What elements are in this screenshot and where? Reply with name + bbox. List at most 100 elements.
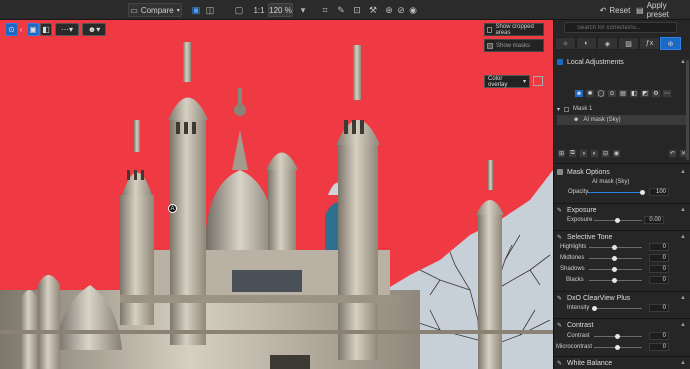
image-viewer[interactable]: ⊙ ‹ ▣ ◧ ⋯▾ ☻▾ Show cropped areas Show ma… [0,20,553,369]
mask-brush-button[interactable]: ▣ [27,23,39,36]
divider [554,356,690,357]
white-balance-header[interactable]: ✎ White Balance ▲ [557,358,688,368]
tab-detail[interactable]: ◈ [597,37,618,50]
show-cropped-areas-toggle[interactable]: Show cropped areas [484,23,544,36]
reset-button[interactable]: ↶ Reset [598,3,632,17]
compare-button[interactable]: ▭ Compare ▾ [128,3,182,17]
collapse-chevron-icon[interactable]: ‹ [18,23,24,36]
photo-canvas [0,42,553,369]
tab-effects[interactable]: ƒx [639,37,660,50]
crop-icon[interactable]: ⌗ [318,3,332,17]
local-adjustments-title: Local Adjustments [567,58,624,66]
exposure-header[interactable]: ✎ Exposure ▲ [557,205,688,215]
zoom-ratio[interactable]: 1:1 [252,3,266,17]
repair-icon[interactable]: ⚒ [366,3,380,17]
mask-visible-checkbox[interactable] [564,106,570,112]
search-input[interactable] [564,22,677,33]
opacity-value[interactable]: 100 [649,188,669,196]
local-adjustments-header[interactable]: Local Adjustments ▲ [557,57,688,67]
blacks-label: Blacks [566,277,584,283]
eye-icon[interactable]: ◉ [406,3,420,17]
tab-color[interactable]: ◐ [576,37,597,50]
opacity-slider[interactable] [640,190,645,195]
eyedropper-icon[interactable]: ✎ [334,3,348,17]
exposure-value[interactable]: 0.00 [644,216,664,224]
reset-mask-button[interactable]: ↶ [668,149,677,158]
contrast-slider[interactable] [615,334,620,339]
pencil-icon: ✎ [557,235,563,241]
highlights-slider[interactable] [612,245,617,250]
mask-mode-icon: ⊙ [8,25,15,34]
compare-label: Compare [140,5,174,15]
mask-person-tool[interactable]: ☻ [574,89,584,98]
tab-light[interactable]: ☼ [555,37,576,50]
mask-range-button[interactable]: ⋯▾ [55,23,79,36]
chevron-down-icon: ▾ [176,7,180,14]
intensity-value[interactable]: 0 [649,304,669,312]
zoom-percent[interactable]: 120 % [268,3,293,17]
blacks-slider[interactable] [612,278,617,283]
new-mask-button[interactable]: ⊞ [557,149,566,158]
overlay-color-swatch[interactable] [533,76,543,86]
tab-geometry[interactable]: ▨ [618,37,639,50]
highlights-value[interactable]: 0 [649,243,669,251]
overlay-mode-select[interactable]: Color overlay ▾ [484,75,530,88]
person-icon: ☻ [575,90,583,97]
intensity-slider[interactable] [592,306,597,311]
shadows-value[interactable]: 0 [649,265,669,273]
duplicate-mask-button[interactable]: ⧉ [568,149,577,158]
clearview-header[interactable]: ✎ DxO ClearView Plus ▲ [557,293,688,303]
divider [554,291,690,292]
selective-tone-header[interactable]: ✎ Selective Tone ▲ [557,232,688,242]
mask-item-row[interactable]: ☻ AI mask (Sky) [557,115,688,125]
settings-tool[interactable]: ⚙ [651,89,661,98]
eye-toggle-button[interactable]: ◉ [612,149,621,158]
horizon-icon[interactable]: ⊡ [350,3,364,17]
local-adjust-tools: ☻ ✱ ◯ ⊙ ▤ ◧ ◩ ⚙ ⋯ [574,89,672,98]
mask-erase-button[interactable]: ◧ [40,23,52,36]
invert-mask-button[interactable]: ◑ [579,149,588,158]
intersect-mask-button[interactable]: ◐ [590,149,599,158]
local-adjust-icon [557,59,563,65]
checkbox-icon [487,26,493,33]
midtones-value[interactable]: 0 [649,254,669,262]
exposure-slider[interactable] [615,218,620,223]
tab-local[interactable]: ⊕ [660,37,681,50]
contrast-value[interactable]: 0 [649,332,669,340]
apply-preset-button[interactable]: ▤ Apply preset [636,1,688,19]
split-view-icon[interactable]: ◫ [203,3,217,17]
control-point-tool[interactable]: ⊙ [607,89,617,98]
shadows-slider[interactable] [612,267,617,272]
show-cropped-areas-label: Show cropped areas [495,23,534,36]
show-masks-toggle[interactable]: Show masks [484,39,544,52]
overlay-mode-label: Color overlay [488,75,508,88]
blacks-value[interactable]: 0 [649,276,669,284]
panel-scrollbar[interactable] [686,60,689,160]
selective-tone-title: Selective Tone [567,233,613,241]
gear-icon: ⚙ [653,91,659,97]
single-view-icon[interactable]: ▣ [189,3,203,17]
contrast-header[interactable]: ✎ Contrast ▲ [557,320,688,330]
mask-group-label: Mask 1 [573,106,593,112]
mask-mode-button[interactable]: ⊙ [5,23,18,36]
more-tool[interactable]: ⋯ [662,89,672,98]
eraser-tool[interactable]: ◯ [596,89,606,98]
luminosity-mask-tool[interactable]: ◩ [640,89,650,98]
subtract-mask-button[interactable]: ⊟ [601,149,610,158]
divider [554,318,690,319]
chevron-down-icon: ▾ [522,79,526,85]
mask-group-row[interactable]: ▾ Mask 1 [557,104,688,114]
microcontrast-value[interactable]: 0 [649,343,669,351]
detail-icon: ◈ [604,40,611,48]
mask-options-header[interactable]: Mask Options ▲ [557,167,688,177]
graduated-filter-tool[interactable]: ▤ [618,89,628,98]
exposure-label: Exposure [567,217,593,223]
mask-person-button[interactable]: ☻▾ [82,23,106,36]
microcontrast-slider[interactable] [615,345,620,350]
checkbox-icon [487,42,493,49]
zoom-dropdown-icon[interactable]: ▾ [296,3,310,17]
fit-screen-icon[interactable]: ▢ [232,3,246,17]
auto-mask-tool[interactable]: ◧ [629,89,639,98]
midtones-slider[interactable] [612,256,617,261]
brush-tool[interactable]: ✱ [585,89,595,98]
